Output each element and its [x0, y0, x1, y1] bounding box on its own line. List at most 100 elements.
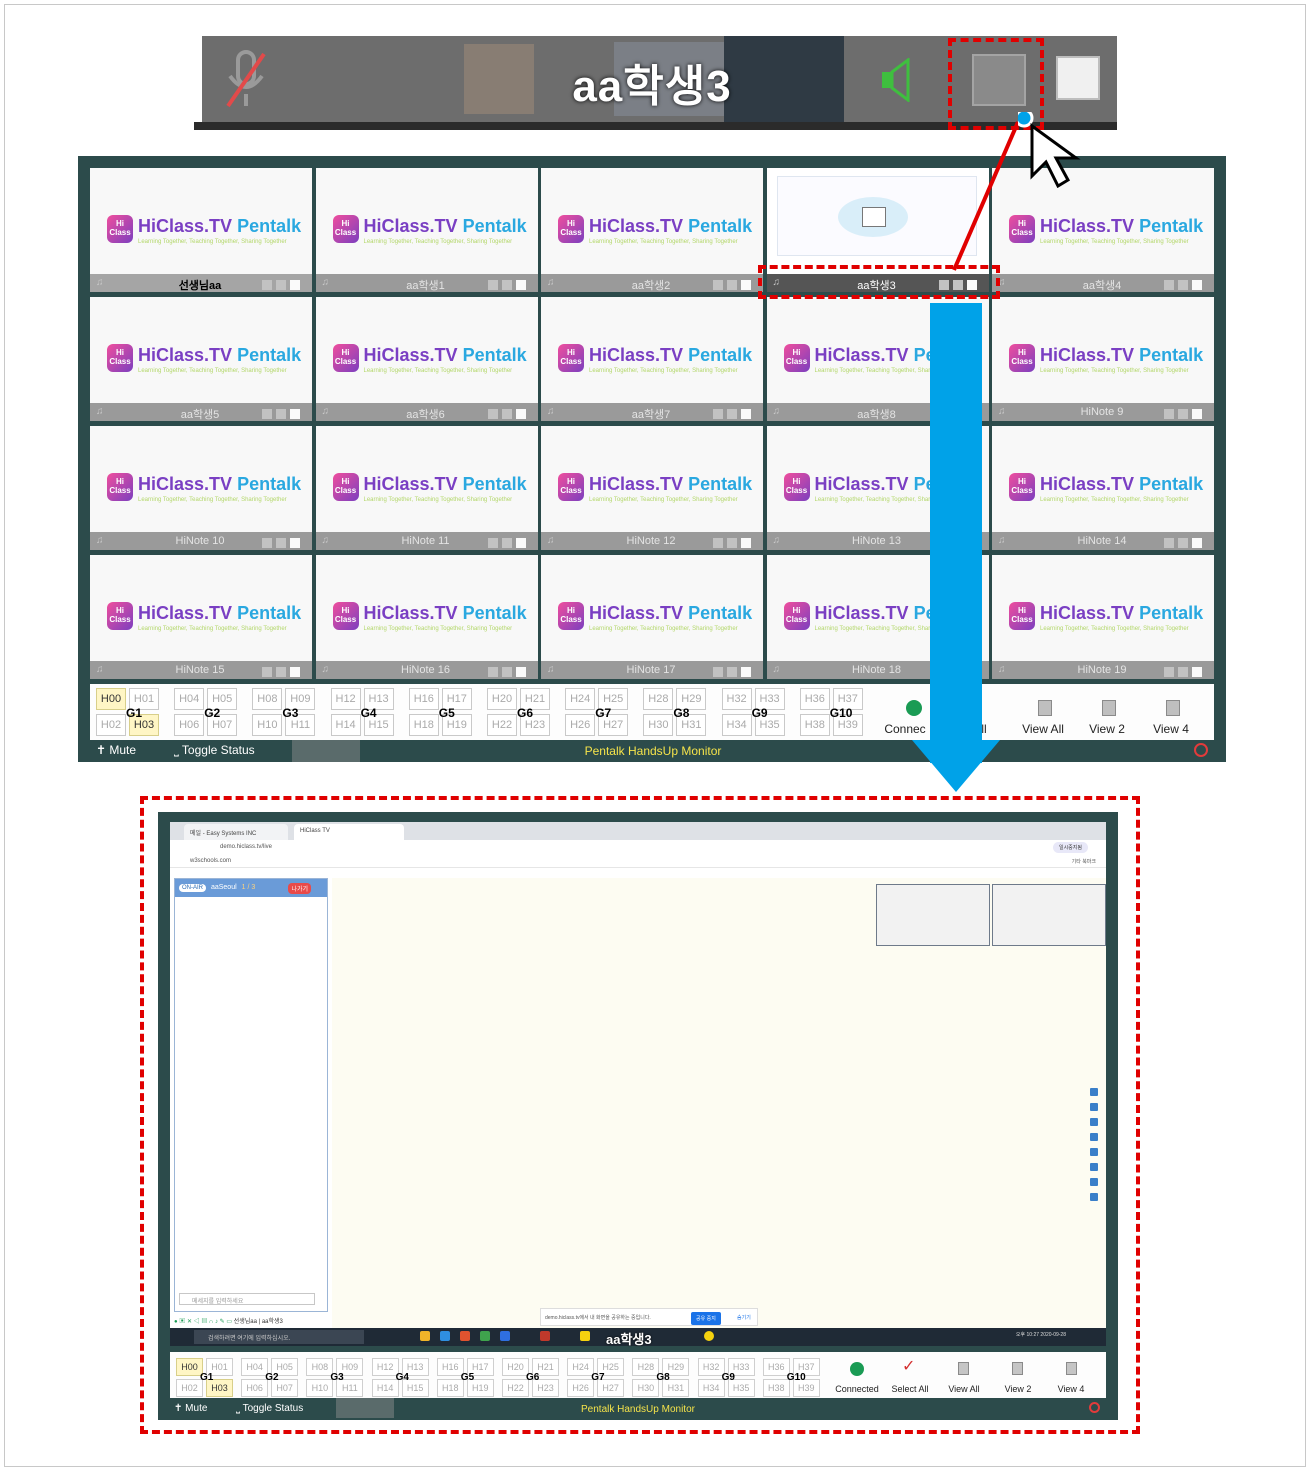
speaker-icon[interactable]	[880, 58, 916, 102]
group-label[interactable]: G5	[461, 1372, 474, 1383]
edge-icon[interactable]	[440, 1331, 450, 1341]
video-tile[interactable]: Hi ClassHiClass.TV Pentalk Learning Toget…	[992, 297, 1214, 421]
mic-muted-icon[interactable]: ♫	[547, 535, 557, 547]
hand-button-h00[interactable]: H00	[96, 688, 126, 710]
select-checkbox[interactable]	[290, 280, 300, 290]
video-tile[interactable]: Hi ClassHiClass.TV Pentalk Learning Toget…	[315, 168, 538, 292]
select-checkbox[interactable]	[515, 280, 526, 290]
hand-button-h14[interactable]: H14	[330, 714, 361, 736]
share-hide-button[interactable]: 숨기기	[737, 1314, 751, 1321]
smile-icon[interactable]	[704, 1331, 714, 1341]
hand-button-h24[interactable]: H24	[567, 1358, 595, 1376]
video-tile[interactable]: Hi ClassHiClass.TV Pentalk Learning Toget…	[90, 555, 312, 679]
undo-icon[interactable]	[1090, 1133, 1098, 1141]
toggle-status-button[interactable]: ⎵ Toggle Status	[174, 743, 255, 758]
speaker-icon[interactable]	[487, 280, 498, 290]
speaker-icon[interactable]	[713, 280, 723, 290]
power-icon[interactable]	[1089, 1402, 1100, 1413]
checkmark-icon[interactable]: ✓	[902, 1356, 915, 1376]
hand-button-h12[interactable]: H12	[330, 688, 361, 710]
mic-muted-icon[interactable]: ♫	[773, 535, 783, 547]
hand-button-h34[interactable]: H34	[697, 1379, 725, 1397]
fullscreen-icon[interactable]	[1178, 667, 1188, 677]
mic-muted-icon[interactable]: ♫	[547, 406, 557, 418]
view-4-button[interactable]: View 4	[1041, 1384, 1101, 1394]
group-label[interactable]: G7	[591, 1372, 604, 1383]
group-label[interactable]: G10	[830, 706, 853, 720]
mic-muted-icon[interactable]: ♫	[773, 406, 783, 418]
select-checkbox[interactable]	[741, 409, 751, 419]
select-checkbox[interactable]	[741, 667, 751, 677]
hand-button-h36[interactable]: H36	[762, 1358, 790, 1376]
video-tile[interactable]: Hi ClassHiClass.TV Pentalk Learning Toget…	[90, 297, 312, 421]
mic-muted-icon[interactable]: ♫	[998, 664, 1008, 676]
brush-icon[interactable]	[1090, 1103, 1098, 1111]
group-label[interactable]: G8	[656, 1372, 669, 1383]
fullscreen-icon[interactable]	[727, 538, 737, 548]
bookmark-w3schools[interactable]: w3schools.com	[190, 858, 231, 864]
group-label[interactable]: G5	[439, 706, 455, 720]
toggle-status-button[interactable]: ⎵ Toggle Status	[236, 1403, 303, 1414]
speaker-icon[interactable]	[487, 538, 498, 548]
select-checkbox[interactable]	[1056, 56, 1100, 100]
speaker-icon[interactable]	[713, 667, 723, 677]
mic-muted-icon[interactable]: ♫	[96, 535, 106, 547]
power-icon[interactable]	[1194, 743, 1208, 757]
select-checkbox[interactable]	[290, 667, 300, 677]
pen-icon[interactable]	[1090, 1088, 1098, 1096]
hand-button-h30[interactable]: H30	[632, 1379, 660, 1397]
hand-button-h32[interactable]: H32	[697, 1358, 725, 1376]
mic-muted-icon[interactable]: ♫	[322, 664, 332, 676]
speaker-icon[interactable]	[487, 667, 498, 677]
select-checkbox[interactable]	[515, 667, 526, 677]
folder-icon[interactable]	[420, 1331, 430, 1341]
video-tile[interactable]: Hi ClassHiClass.TV Pentalk Learning Toget…	[315, 555, 538, 679]
mic-muted-icon[interactable]: ♫	[96, 664, 106, 676]
speaker-icon[interactable]	[262, 280, 272, 290]
leave-button[interactable]: 나가기	[288, 883, 311, 894]
view-2-button[interactable]: View 2	[1072, 722, 1142, 736]
select-checkbox[interactable]	[290, 409, 300, 419]
video-tile[interactable]: Hi ClassHiClass.TV Pentalk Learning Toget…	[992, 555, 1214, 679]
hand-button-h26[interactable]: H26	[567, 1379, 595, 1397]
select-checkbox[interactable]	[1192, 409, 1202, 419]
fullscreen-icon[interactable]	[501, 538, 512, 548]
redo-icon[interactable]	[1090, 1148, 1098, 1156]
group-label[interactable]: G1	[200, 1372, 213, 1383]
video-tile[interactable]: Hi ClassHiClass.TV Pentalk Learning Toget…	[541, 168, 763, 292]
hand-button-h22[interactable]: H22	[502, 1379, 529, 1397]
fullscreen-icon[interactable]	[1178, 280, 1188, 290]
hand-button-h04[interactable]: H04	[174, 688, 205, 710]
fullscreen-icon[interactable]	[276, 280, 286, 290]
speaker-icon[interactable]	[1164, 667, 1174, 677]
group-label[interactable]: G6	[517, 706, 533, 720]
select-checkbox[interactable]	[290, 538, 300, 548]
hand-button-h10[interactable]: H10	[252, 714, 283, 736]
hand-button-h02[interactable]: H02	[176, 1379, 203, 1397]
group-label[interactable]: G10	[787, 1372, 806, 1383]
group-label[interactable]: G3	[282, 706, 298, 720]
hand-button-h32[interactable]: H32	[721, 688, 752, 710]
hand-button-h10[interactable]: H10	[306, 1379, 334, 1397]
hand-button-h06[interactable]: H06	[241, 1379, 269, 1397]
speaker-icon[interactable]	[262, 409, 272, 419]
group-label[interactable]: G1	[126, 706, 142, 720]
video-tile[interactable]: Hi ClassHiClass.TV Pentalk Learning Toget…	[541, 426, 763, 550]
speaker-icon[interactable]	[487, 409, 498, 419]
video-thumbnail[interactable]	[992, 884, 1106, 946]
hidden-button[interactable]	[292, 740, 360, 762]
fullscreen-icon[interactable]	[727, 280, 737, 290]
fullscreen-icon[interactable]	[276, 667, 286, 677]
group-label[interactable]: G6	[526, 1372, 539, 1383]
mic-muted-icon[interactable]: ♫	[547, 277, 557, 289]
hand-button-h36[interactable]: H36	[799, 688, 830, 710]
mic-muted-icon[interactable]: ♫	[322, 277, 332, 289]
video-tile[interactable]: Hi ClassHiClass.TV Pentalk Learning Toget…	[90, 426, 312, 550]
speaker-icon[interactable]	[1164, 280, 1174, 290]
hand-button-h14[interactable]: H14	[371, 1379, 399, 1397]
mic-muted-icon[interactable]: ♫	[547, 664, 557, 676]
profile-badge[interactable]: 일시중지됨	[1052, 842, 1088, 853]
fullscreen-icon[interactable]	[1178, 409, 1188, 419]
bookmark-other[interactable]: 기타 북마크	[1072, 858, 1096, 865]
hand-button-h38[interactable]: H38	[799, 714, 830, 736]
